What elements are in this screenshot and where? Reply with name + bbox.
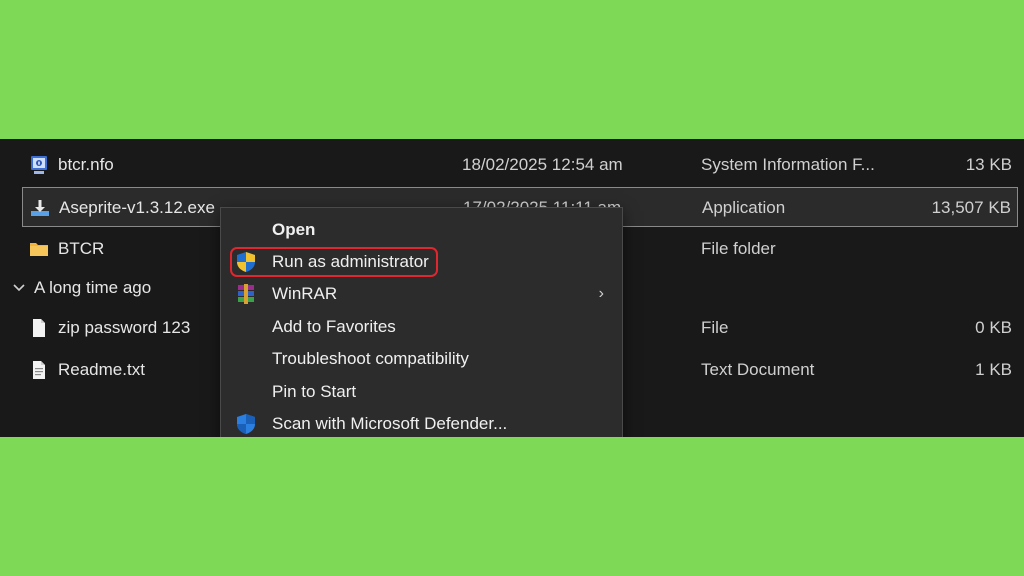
file-size: 13 KB (965, 155, 1012, 174)
file-icon (33, 319, 45, 337)
chevron-right-icon: › (598, 285, 604, 302)
menu-item-run-as-administrator[interactable]: Run as administrator (221, 246, 622, 278)
winrar-icon (238, 284, 254, 304)
menu-item-label: Scan with Microsoft Defender... (272, 414, 508, 433)
menu-item-winrar[interactable]: WinRAR › (221, 278, 622, 310)
chevron-down-icon (12, 272, 28, 304)
menu-item-scan-with-defender[interactable]: Scan with Microsoft Defender... (221, 408, 622, 440)
menu-item-open[interactable]: Open (221, 214, 622, 246)
file-date: 18/02/2025 12:54 am (462, 155, 623, 174)
file-size: 1 KB (975, 360, 1012, 379)
folder-icon (30, 243, 48, 256)
file-size: 0 KB (975, 318, 1012, 337)
menu-item-add-to-favorites[interactable]: Add to Favorites (221, 311, 622, 343)
menu-item-label: Pin to Start (272, 382, 357, 401)
text-file-icon (33, 361, 45, 379)
file-name: zip password 123 (58, 318, 191, 337)
file-name: BTCR (58, 239, 105, 258)
file-row-btcr-nfo[interactable]: btcr.nfo 18/02/2025 12:54 am System Info… (22, 145, 1018, 185)
installer-app-icon (31, 200, 49, 216)
file-name: Readme.txt (58, 360, 145, 379)
file-type: Text Document (701, 360, 815, 379)
system-info-file-icon (31, 156, 47, 174)
bottom-green-band (0, 437, 1024, 576)
file-type: Application (702, 198, 786, 217)
context-menu: Open Run as administrator WinRAR › Add t… (220, 207, 623, 447)
file-type: System Information F... (701, 155, 875, 174)
file-name: Aseprite-v1.3.12.exe (59, 198, 215, 217)
file-name: btcr.nfo (58, 155, 114, 174)
menu-item-label: Troubleshoot compatibility (272, 349, 469, 368)
file-type: File folder (701, 239, 776, 258)
menu-item-troubleshoot-compatibility[interactable]: Troubleshoot compatibility (221, 343, 622, 375)
menu-item-label: Add to Favorites (272, 317, 396, 336)
file-size: 13,507 KB (931, 198, 1011, 217)
group-label: A long time ago (34, 278, 152, 297)
file-type: File (701, 318, 729, 337)
menu-item-label: WinRAR (272, 284, 338, 303)
group-header-long-time-ago[interactable]: A long time ago (12, 272, 151, 304)
defender-shield-icon (237, 414, 255, 434)
menu-item-label: Open (272, 220, 316, 239)
red-highlight-box (230, 247, 438, 277)
menu-item-pin-to-start[interactable]: Pin to Start (221, 376, 622, 408)
